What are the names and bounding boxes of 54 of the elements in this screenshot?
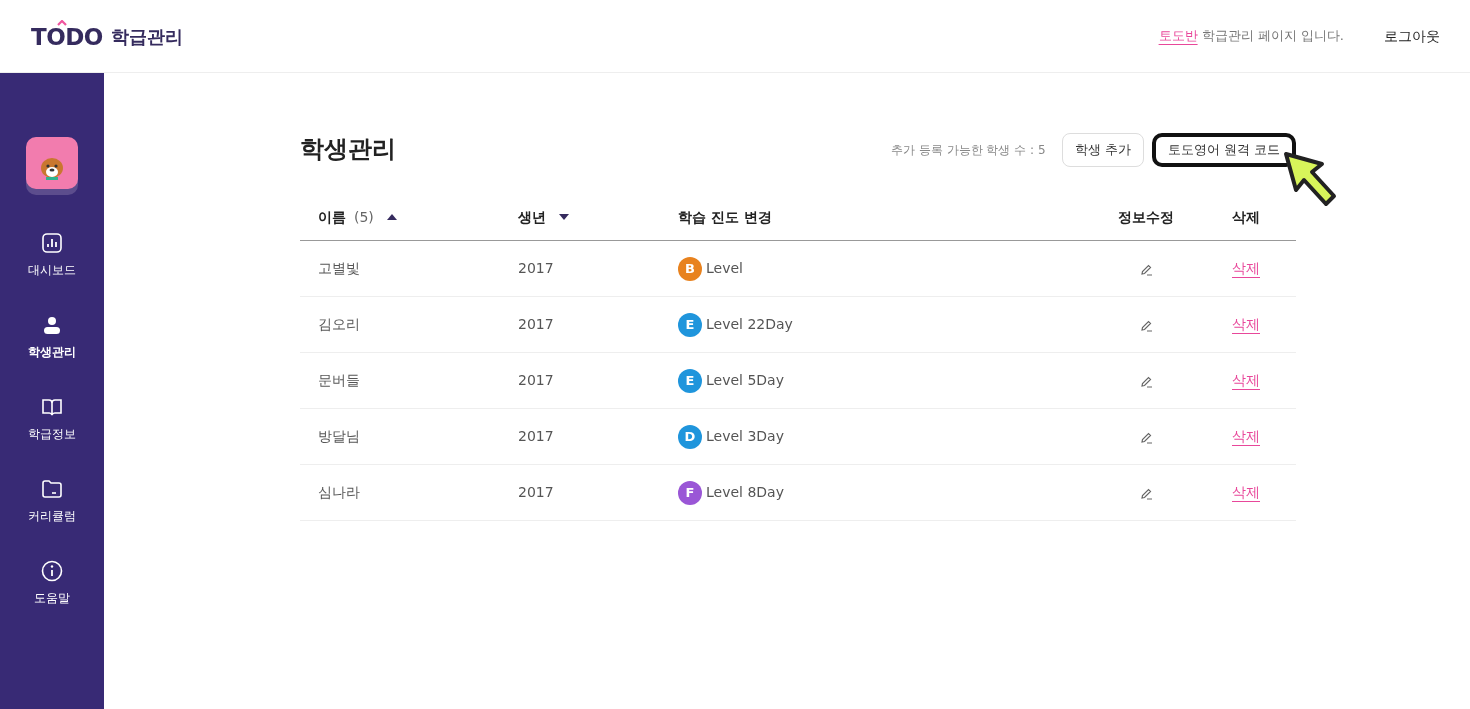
birth-year: 2017 xyxy=(518,260,554,276)
info-icon xyxy=(40,559,64,583)
column-header[interactable]: 이름 (5) xyxy=(318,206,398,228)
column-header[interactable]: 생년 xyxy=(518,206,570,228)
delete-link[interactable]: 삭제 xyxy=(1232,316,1260,332)
level-badge: D xyxy=(678,424,702,449)
sort-up-icon[interactable] xyxy=(385,213,398,222)
edit-pencil-icon[interactable] xyxy=(1139,318,1153,332)
level-badge: E xyxy=(678,368,702,393)
page-title: 학생관리 xyxy=(300,135,396,165)
progress-text[interactable]: Level 5Day xyxy=(706,370,784,391)
delete-link[interactable]: 삭제 xyxy=(1232,428,1260,444)
sidebar-item[interactable]: 대시보드 xyxy=(28,231,76,279)
class-page-text: 학급관리 페이지 입니다. xyxy=(1201,27,1344,46)
level-badge: E xyxy=(678,312,702,337)
available-count-text: 추가 등록 가능한 학생 수 : 5 xyxy=(891,141,1046,159)
birth-year: 2017 xyxy=(518,428,554,444)
sidebar-item[interactable]: 커리큘럼 xyxy=(28,477,76,525)
logo: TODO xyxy=(31,20,103,52)
action-button[interactable]: 토도영어 원격 코드 xyxy=(1151,133,1296,167)
logo-subtitle: 학급관리 xyxy=(110,24,183,49)
delete-link[interactable]: 삭제 xyxy=(1232,260,1260,276)
folder-icon xyxy=(40,477,64,501)
progress-text[interactable]: Level 8Day xyxy=(706,482,784,503)
sort-down-icon[interactable] xyxy=(558,213,570,222)
sidebar-item[interactable]: 학급정보 xyxy=(28,395,76,443)
progress-text[interactable]: Level 22Day xyxy=(706,314,793,335)
column-header: 삭제 xyxy=(1232,207,1260,227)
delete-link[interactable]: 삭제 xyxy=(1232,372,1260,388)
progress-text[interactable]: Level xyxy=(706,258,743,279)
student-name: 김오리 xyxy=(318,316,360,332)
edit-pencil-icon[interactable] xyxy=(1139,262,1153,276)
sidebar-item[interactable]: 도움말 xyxy=(34,559,70,607)
column-header: 학습 진도 변경 xyxy=(678,207,772,227)
student-name: 방달님 xyxy=(318,428,360,444)
student-name: 심나라 xyxy=(318,484,360,500)
chart-icon xyxy=(40,231,64,255)
level-badge: F xyxy=(678,480,702,505)
level-badge: B xyxy=(678,256,702,281)
delete-link[interactable]: 삭제 xyxy=(1232,484,1260,500)
sidebar-item[interactable]: 학생관리 xyxy=(28,313,76,361)
birth-year: 2017 xyxy=(518,484,554,500)
action-button[interactable]: 학생 추가 xyxy=(1061,133,1144,167)
edit-pencil-icon[interactable] xyxy=(1139,374,1153,388)
edit-pencil-icon[interactable] xyxy=(1139,486,1153,500)
logout-button[interactable]: 로그아웃 xyxy=(1384,25,1440,47)
edit-pencil-icon[interactable] xyxy=(1139,430,1153,444)
student-name: 문버들 xyxy=(318,372,360,388)
birth-year: 2017 xyxy=(518,372,554,388)
class-link[interactable]: 토도반 xyxy=(1158,26,1198,46)
student-name: 고별빛 xyxy=(318,260,360,276)
column-header: 정보수정 xyxy=(1118,207,1174,227)
birth-year: 2017 xyxy=(518,316,554,332)
progress-text[interactable]: Level 3Day xyxy=(706,426,784,447)
